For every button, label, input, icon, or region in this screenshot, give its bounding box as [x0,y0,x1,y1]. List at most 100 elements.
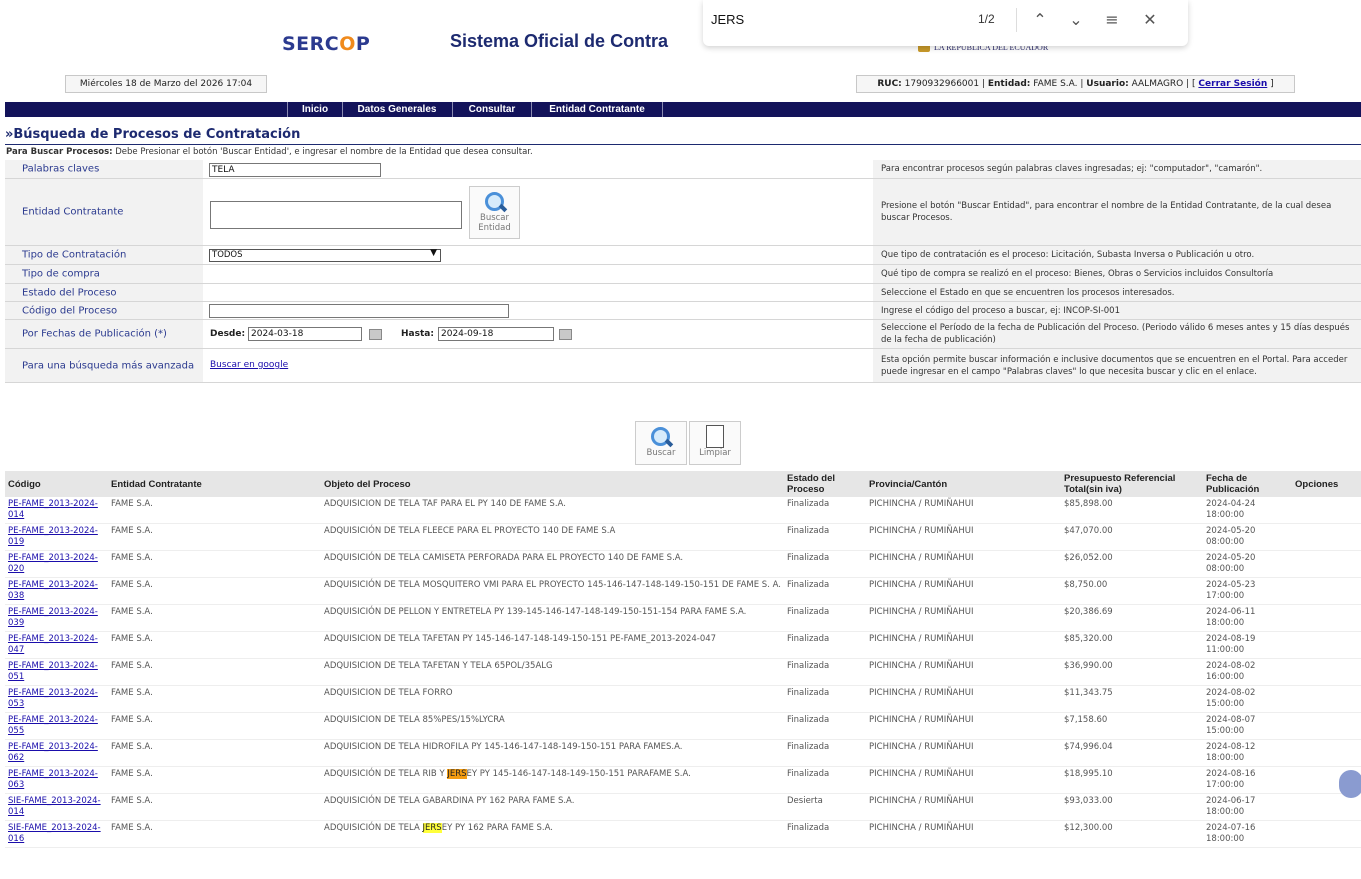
table-header: Código Entidad Contratante Objeto del Pr… [5,471,1361,497]
filter-icon[interactable]: ≡ [1100,8,1124,32]
row-code-link[interactable]: PE-FAME_2013-2024-038 [8,580,98,601]
row-entity: FAME S.A. [108,550,321,578]
row-object: ADQUISICIÓN DE TELA RIB Y JERSEY PY 145-… [321,766,784,794]
tipo-compra-label: Tipo de compra [22,268,100,280]
nav-entidad-contratante[interactable]: Entidad Contratante [532,102,663,117]
col-codigo[interactable]: Código [5,471,108,497]
row-budget: $36,990.00 [1061,658,1203,686]
row-entity: FAME S.A. [108,604,321,632]
table-row: PE-FAME_2013-2024-019 FAME S.A. ADQUISICIÓ… [5,523,1361,551]
entidad-textarea[interactable] [210,201,462,229]
calendar-icon[interactable] [559,329,572,340]
nav-datos-generales[interactable]: Datos Generales [342,102,453,117]
desde-label: Desde: [210,329,246,339]
buscar-google-link[interactable]: Buscar en google [210,360,288,370]
col-provincia[interactable]: Provincia/Cantón [866,471,1061,497]
logout-link[interactable]: Cerrar Sesión [1198,79,1267,89]
ruc-value: 1790932966001 [904,79,980,89]
row-province: PICHINCHA / RUMIÑAHUI [866,577,1061,605]
row-entity: FAME S.A. [108,739,321,767]
row-object: ADQUISICION DE TELA HIDROFILA PY 145-146… [321,739,784,767]
row-status: Finalizada [784,550,866,578]
table-row: PE-FAME_2013-2024-051 FAME S.A. ADQUISICIO… [5,658,1361,686]
row-code-link[interactable]: PE-FAME_2013-2024-014 [8,499,98,520]
buscar-entidad-button[interactable]: Buscar Entidad [469,186,520,239]
chevron-up-icon[interactable]: ⌃ [1028,8,1052,32]
row-options [1292,820,1361,848]
col-opciones: Opciones [1292,471,1361,497]
close-icon[interactable]: ✕ [1138,8,1162,32]
row-code-link[interactable]: PE-FAME_2013-2024-051 [8,661,98,682]
row-province: PICHINCHA / RUMIÑAHUI [866,766,1061,794]
codigo-help: Ingrese el código del proceso a buscar, … [881,305,1120,316]
chevron-down-icon[interactable]: ⌄ [1064,8,1088,32]
nav-consultar[interactable]: Consultar [453,102,532,117]
row-object: ADQUISICION DE TELA FORRO [321,685,784,713]
row-object: ADQUISICION DE TELA 85%PES/15%LYCRA [321,712,784,740]
row-status: Finalizada [784,766,866,794]
row-code-link[interactable]: SIE-FAME_2013-2024-014 [8,796,101,817]
entidad-help: Presione el botón "Buscar Entidad", para… [881,201,1332,223]
row-options [1292,497,1361,524]
section-title: »Búsqueda de Procesos de Contratación [5,127,301,142]
row-budget: $85,320.00 [1061,631,1203,659]
row-code-link[interactable]: SIE-FAME_2013-2024-016 [8,823,101,844]
row-province: PICHINCHA / RUMIÑAHUI [866,820,1061,848]
row-code-link[interactable]: PE-FAME_2013-2024-019 [8,526,98,547]
find-query[interactable]: JERS [711,12,744,27]
row-object: ADQUISICIÓN DE TELA FLEECE PARA EL PROYE… [321,523,784,551]
current-date: Miércoles 18 de Marzo del 2026 17:04 [65,75,267,93]
row-status: Finalizada [784,739,866,767]
row-date: 2024-08-07 15:00:00 [1203,712,1292,740]
table-row: PE-FAME_2013-2024-020 FAME S.A. ADQUISICIÓ… [5,550,1361,578]
row-code-link[interactable]: PE-FAME_2013-2024-063 [8,769,98,790]
row-options [1292,550,1361,578]
row-budget: $7,158.60 [1061,712,1203,740]
row-date: 2024-06-17 18:00:00 [1203,793,1292,821]
codigo-input[interactable] [209,304,509,318]
row-budget: $20,386.69 [1061,604,1203,632]
palabras-input[interactable]: TELA [209,163,381,177]
row-status: Finalizada [784,631,866,659]
calendar-icon[interactable] [369,329,382,340]
row-status: Finalizada [784,820,866,848]
col-fecha[interactable]: Fecha de Publicación [1203,471,1292,497]
row-options [1292,712,1361,740]
entidad-label: Entidad Contratante [22,206,124,218]
row-code-link[interactable]: PE-FAME_2013-2024-020 [8,553,98,574]
table-row: PE-FAME_2013-2024-047 FAME S.A. ADQUISICIO… [5,631,1361,659]
row-date: 2024-08-02 16:00:00 [1203,658,1292,686]
scroll-top-button[interactable] [1339,770,1361,798]
row-options [1292,604,1361,632]
tipo-contratacion-select[interactable]: TODOS ▼ [209,248,441,262]
find-in-page-bar: JERS 1/2 ⌃ ⌄ ≡ ✕ [703,0,1188,46]
results-table: Código Entidad Contratante Objeto del Pr… [5,471,1361,848]
row-code-link[interactable]: PE-FAME_2013-2024-047 [8,634,98,655]
row-code-link[interactable]: PE-FAME_2013-2024-062 [8,742,98,763]
nav-inicio[interactable]: Inicio [287,102,343,117]
divider [5,144,1361,145]
col-entidad[interactable]: Entidad Contratante [108,471,321,497]
col-objeto[interactable]: Objeto del Proceso [321,471,784,497]
row-status: Desierta [784,793,866,821]
row-object: ADQUISICION DE TELA TAFETAN PY 145-146-1… [321,631,784,659]
desde-input[interactable]: 2024-03-18 [248,327,362,341]
row-code-link[interactable]: PE-FAME_2013-2024-053 [8,688,98,709]
col-estado[interactable]: Estado del Proceso [784,471,866,497]
search-instructions: Para Buscar Procesos: Debe Presionar el … [6,147,533,157]
row-code-link[interactable]: PE-FAME_2013-2024-055 [8,715,98,736]
col-presupuesto[interactable]: Presupuesto Referencial Total(sin iva) [1061,471,1203,497]
row-budget: $85,898.00 [1061,497,1203,524]
row-object: ADQUISICIÓN DE TELA JERSEY PY 162 PARA F… [321,820,784,848]
table-row: PE-FAME_2013-2024-063 FAME S.A. ADQUISICIÓ… [5,766,1361,794]
chevron-down-icon: ▼ [430,248,437,258]
row-estado: Estado del Proceso Seleccione el Estado … [5,284,1361,302]
buscar-button[interactable]: Buscar [635,421,687,465]
row-object: ADQUISICION DE TELA TAF PARA EL PY 140 D… [321,497,784,524]
row-code-link[interactable]: PE-FAME_2013-2024-039 [8,607,98,628]
hasta-input[interactable]: 2024-09-18 [438,327,554,341]
limpiar-button[interactable]: Limpiar [689,421,741,465]
row-province: PICHINCHA / RUMIÑAHUI [866,685,1061,713]
table-row: PE-FAME_2013-2024-039 FAME S.A. ADQUISICIÓ… [5,604,1361,632]
row-avanzada: Para una búsqueda más avanzada Buscar en… [5,349,1361,383]
